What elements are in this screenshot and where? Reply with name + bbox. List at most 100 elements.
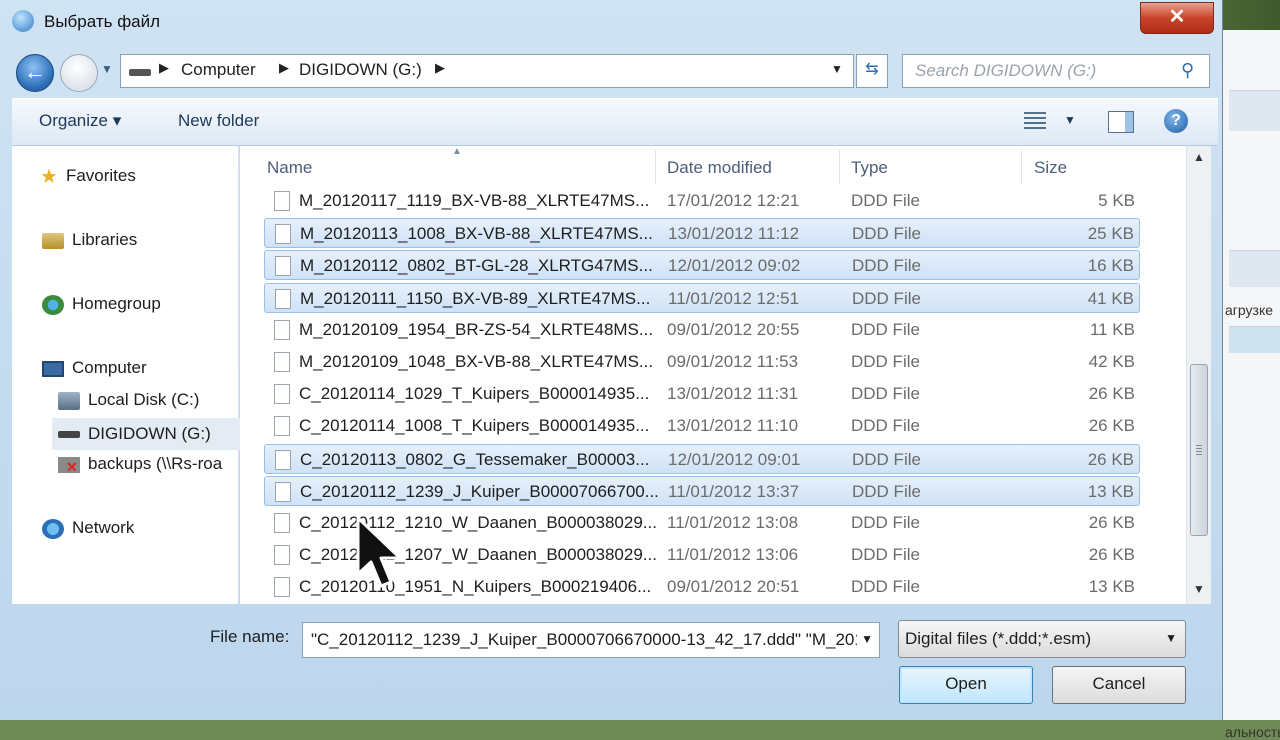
chevron-right-icon[interactable]: ▶ bbox=[279, 60, 289, 76]
open-button[interactable]: Open bbox=[899, 666, 1033, 704]
scroll-thumb[interactable] bbox=[1190, 364, 1208, 536]
file-row[interactable]: C_20120112_1239_J_Kuiper_B00007066700...… bbox=[264, 476, 1140, 506]
file-icon bbox=[275, 256, 291, 276]
file-date: 17/01/2012 12:21 bbox=[667, 191, 800, 210]
file-type: DDD File bbox=[851, 352, 920, 371]
file-size: 5 KB bbox=[1098, 191, 1135, 210]
file-row[interactable]: M_20120113_1008_BX-VB-88_XLRTE47MS... 13/… bbox=[264, 218, 1140, 248]
search-input[interactable]: Search DIGIDOWN (G:) ⚲ bbox=[902, 54, 1210, 88]
column-header-date[interactable]: Date modified bbox=[667, 158, 772, 178]
file-name-label: File name: bbox=[210, 627, 290, 646]
file-type-filter-select[interactable]: Digital files (*.ddd;*.esm) ▼ bbox=[898, 620, 1186, 658]
file-icon bbox=[274, 577, 290, 597]
network-icon bbox=[42, 518, 64, 539]
nav-libraries[interactable]: Libraries bbox=[42, 230, 137, 250]
column-header-name[interactable]: Name bbox=[267, 158, 312, 178]
file-name: M_20120112_0802_BT-GL-28_XLRTG47MS... bbox=[300, 256, 653, 275]
column-divider[interactable] bbox=[839, 150, 840, 184]
file-icon bbox=[274, 384, 290, 404]
nav-label: Network bbox=[72, 518, 135, 537]
file-row[interactable]: C_20120114_1008_T_Kuipers_B000014935... 1… bbox=[264, 411, 1140, 441]
search-icon[interactable]: ⚲ bbox=[1181, 60, 1194, 81]
file-type: DDD File bbox=[851, 545, 920, 564]
file-name-value: "C_20120112_1239_J_Kuiper_B0000706670000… bbox=[311, 630, 864, 649]
chevron-right-icon[interactable]: ▶ bbox=[435, 60, 445, 76]
file-icon bbox=[275, 289, 291, 309]
file-type: DDD File bbox=[852, 450, 921, 469]
views-icon[interactable] bbox=[1024, 112, 1046, 130]
file-size: 42 KB bbox=[1088, 352, 1135, 371]
recent-locations-dropdown[interactable]: ▼ bbox=[101, 62, 113, 76]
file-name: C_20120110_1951_N_Kuipers_B000219406... bbox=[299, 577, 652, 596]
file-size: 13 KB bbox=[1088, 577, 1135, 596]
file-type: DDD File bbox=[851, 513, 920, 532]
nav-local-disk[interactable]: Local Disk (C:) bbox=[58, 390, 199, 410]
hard-disk-icon bbox=[58, 391, 80, 410]
organize-button[interactable]: Organize ▾ bbox=[39, 111, 121, 131]
preview-pane-icon[interactable] bbox=[1108, 111, 1134, 133]
file-row[interactable]: M_20120109_1954_BR-ZS-54_XLRTE48MS... 09/… bbox=[264, 315, 1140, 345]
command-bar: Organize ▾ New folder ▼ ? bbox=[12, 98, 1218, 146]
mouse-cursor-icon bbox=[356, 516, 402, 588]
file-size: 26 KB bbox=[1088, 545, 1135, 564]
nav-label: DIGIDOWN (G:) bbox=[88, 424, 211, 443]
file-icon bbox=[274, 320, 290, 340]
nav-computer[interactable]: Computer bbox=[42, 358, 147, 378]
background-application-window: агрузке альность bbox=[1222, 30, 1280, 740]
close-button[interactable]: ✕ bbox=[1140, 2, 1214, 34]
nav-favorites[interactable]: ★ Favorites bbox=[40, 164, 136, 189]
nav-digidown[interactable]: DIGIDOWN (G:) bbox=[52, 418, 244, 450]
breadcrumb-digidown[interactable]: DIGIDOWN (G:) bbox=[299, 60, 422, 80]
scroll-down-arrow-icon[interactable]: ▼ bbox=[1193, 582, 1205, 596]
file-size: 26 KB bbox=[1088, 384, 1135, 403]
file-date: 13/01/2012 11:12 bbox=[668, 224, 800, 243]
vertical-scrollbar[interactable]: ▲ ▼ bbox=[1186, 146, 1211, 604]
app-icon bbox=[12, 10, 34, 32]
refresh-icon[interactable]: ⇆ bbox=[856, 54, 888, 88]
column-header-type[interactable]: Type bbox=[851, 158, 888, 178]
nav-homegroup[interactable]: Homegroup bbox=[42, 294, 161, 315]
disconnected-network-drive-icon bbox=[58, 456, 80, 474]
back-arrow-icon[interactable]: ← bbox=[16, 54, 54, 92]
libraries-icon bbox=[42, 232, 64, 249]
star-icon: ★ bbox=[40, 166, 58, 188]
new-folder-button[interactable]: New folder bbox=[178, 111, 259, 131]
file-name: M_20120117_1119_BX-VB-88_XLRTE47MS... bbox=[299, 191, 650, 210]
file-name-input[interactable]: "C_20120112_1239_J_Kuiper_B0000706670000… bbox=[302, 622, 880, 658]
column-divider[interactable] bbox=[655, 150, 656, 184]
chevron-right-icon[interactable]: ▶ bbox=[159, 60, 169, 76]
file-row[interactable]: C_20120113_0802_G_Tessemaker_B00003... 12… bbox=[264, 444, 1140, 474]
file-type: DDD File bbox=[852, 224, 921, 243]
file-row[interactable]: M_20120117_1119_BX-VB-88_XLRTE47MS... 17/… bbox=[264, 186, 1140, 216]
file-type: DDD File bbox=[852, 482, 921, 501]
nav-label: Local Disk (C:) bbox=[88, 390, 200, 409]
file-row[interactable]: C_20120114_1029_T_Kuipers_B000014935... 1… bbox=[264, 379, 1140, 409]
background-app-text: альность bbox=[1225, 724, 1280, 740]
chevron-down-icon[interactable]: ▼ bbox=[1165, 631, 1177, 645]
file-size: 11 KB bbox=[1089, 320, 1135, 339]
address-bar[interactable]: ▶ Computer ▶ DIGIDOWN (G:) ▶ ▼ bbox=[120, 54, 854, 88]
views-dropdown-icon[interactable]: ▼ bbox=[1064, 113, 1076, 127]
file-row[interactable]: M_20120112_0802_BT-GL-28_XLRTG47MS... 12/… bbox=[264, 250, 1140, 280]
address-dropdown-icon[interactable]: ▼ bbox=[831, 62, 843, 76]
file-type: DDD File bbox=[852, 256, 921, 275]
scroll-up-arrow-icon[interactable]: ▲ bbox=[1193, 150, 1205, 164]
file-size: 25 KB bbox=[1087, 224, 1134, 243]
forward-arrow-icon[interactable] bbox=[60, 54, 98, 92]
file-row[interactable]: M_20120111_1150_BX-VB-89_XLRTE47MS... 11/… bbox=[264, 283, 1140, 313]
cancel-button[interactable]: Cancel bbox=[1052, 666, 1186, 704]
column-divider[interactable] bbox=[1021, 150, 1022, 184]
nav-network[interactable]: Network bbox=[42, 518, 134, 539]
breadcrumb-computer[interactable]: Computer bbox=[181, 60, 256, 80]
file-name: M_20120113_1008_BX-VB-88_XLRTE47MS... bbox=[300, 224, 653, 243]
help-icon[interactable]: ? bbox=[1164, 109, 1188, 133]
nav-label: backups (\\Rs-roa bbox=[88, 454, 223, 473]
file-name-dropdown-icon[interactable]: ▼ bbox=[857, 632, 873, 646]
nav-backups[interactable]: backups (\\Rs-roa bbox=[58, 454, 238, 474]
drive-icon bbox=[58, 431, 80, 439]
title-bar[interactable]: Выбрать файл ✕ bbox=[0, 0, 1222, 44]
column-header-size[interactable]: Size bbox=[1034, 158, 1067, 178]
file-type: DDD File bbox=[851, 384, 920, 403]
file-row[interactable]: M_20120109_1048_BX-VB-88_XLRTE47MS... 09/… bbox=[264, 347, 1140, 377]
file-date: 09/01/2012 11:53 bbox=[667, 352, 799, 371]
